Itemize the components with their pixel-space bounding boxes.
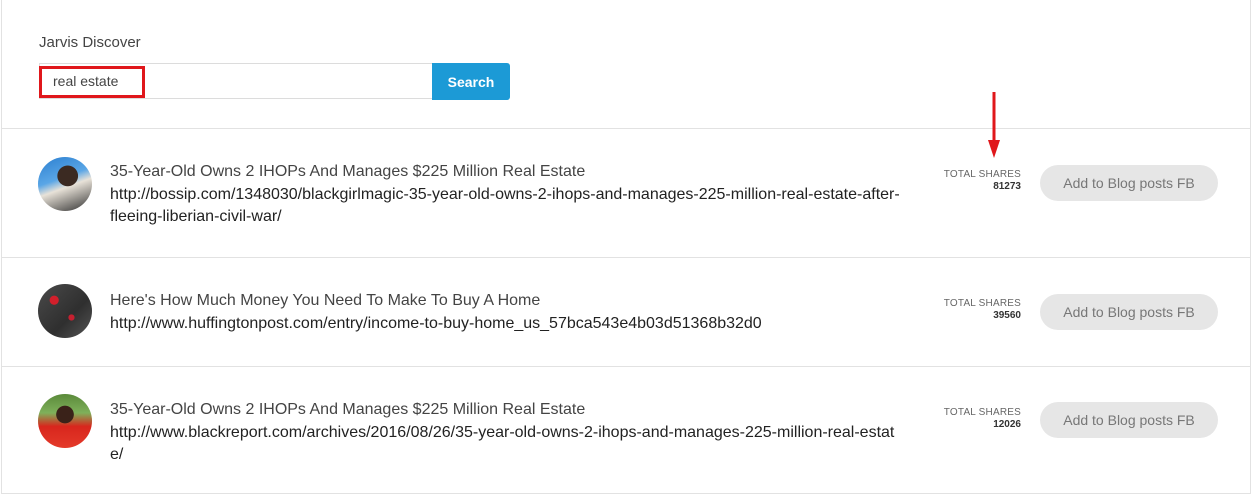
result-row: Here's How Much Money You Need To Make T… <box>2 258 1250 367</box>
add-to-blog-button[interactable]: Add to Blog posts FB <box>1040 294 1218 330</box>
result-title[interactable]: 35-Year-Old Owns 2 IHOPs And Manages $22… <box>110 399 585 421</box>
search-header: Jarvis Discover Search <box>2 0 1250 129</box>
add-to-blog-button[interactable]: Add to Blog posts FB <box>1040 402 1218 438</box>
total-shares-label: TOTAL SHARES <box>943 169 1021 180</box>
result-row: 35-Year-Old Owns 2 IHOPs And Manages $22… <box>2 129 1250 258</box>
result-row: 35-Year-Old Owns 2 IHOPs And Manages $22… <box>2 367 1250 494</box>
result-url[interactable]: http://www.huffingtonpost.com/entry/inco… <box>110 313 900 335</box>
total-shares-value: 81273 <box>993 181 1021 192</box>
result-url[interactable]: http://www.blackreport.com/archives/2016… <box>110 422 900 466</box>
result-title[interactable]: 35-Year-Old Owns 2 IHOPs And Manages $22… <box>110 161 585 183</box>
total-shares: TOTAL SHARES 12026 <box>944 407 1021 430</box>
result-thumbnail <box>38 394 92 448</box>
result-thumbnail <box>38 284 92 338</box>
total-shares: TOTAL SHARES 39560 <box>944 298 1021 321</box>
search-input[interactable] <box>40 64 432 98</box>
discover-panel: Jarvis Discover Search 35-Year-Old Owns … <box>1 0 1251 494</box>
add-to-blog-button[interactable]: Add to Blog posts FB <box>1040 165 1218 201</box>
result-url[interactable]: http://bossip.com/1348030/blackgirlmagic… <box>110 184 900 228</box>
total-shares-value: 12026 <box>993 419 1021 430</box>
search-button[interactable]: Search <box>432 63 510 100</box>
result-thumbnail <box>38 157 92 211</box>
total-shares-label: TOTAL SHARES <box>943 298 1021 309</box>
total-shares: TOTAL SHARES 81273 <box>944 169 1021 192</box>
search-field[interactable] <box>39 63 432 99</box>
total-shares-value: 39560 <box>993 310 1021 321</box>
app-title: Jarvis Discover <box>39 34 141 51</box>
result-title[interactable]: Here's How Much Money You Need To Make T… <box>110 290 540 312</box>
total-shares-label: TOTAL SHARES <box>943 407 1021 418</box>
